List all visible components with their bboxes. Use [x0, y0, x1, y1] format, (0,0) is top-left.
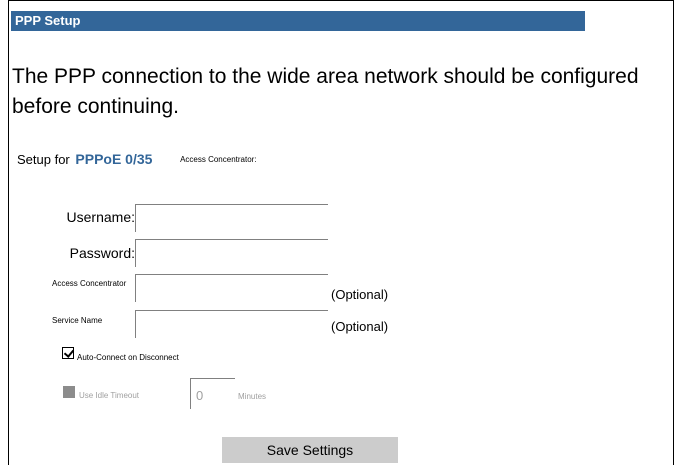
service-name-label: Service Name — [52, 316, 103, 325]
idle-timeout-checkbox[interactable] — [63, 386, 75, 398]
service-name-optional-note: (Optional) — [331, 319, 389, 334]
username-input[interactable] — [135, 204, 328, 232]
auto-connect-checkbox[interactable] — [62, 347, 74, 359]
password-input[interactable] — [135, 239, 328, 267]
idle-timeout-label: Use Idle Timeout — [79, 391, 140, 400]
username-label: Username: — [66, 209, 135, 225]
setup-summary: Setup for PPPoE 0/35 Access Concentrator… — [17, 151, 257, 167]
setup-prefix: Setup for — [17, 152, 70, 167]
setup-access-concentrator-label: Access Concentrator: — [180, 155, 257, 164]
auto-connect-label: Auto-Connect on Disconnect — [77, 353, 179, 362]
intro-message: The PPP connection to the wide area netw… — [12, 65, 639, 118]
idle-timeout-unit: Minutes — [238, 392, 267, 401]
access-concentrator-label: Access Concentrator — [52, 279, 127, 288]
service-name-input[interactable] — [135, 310, 328, 338]
idle-timeout-input[interactable] — [190, 378, 235, 409]
section-header: PPP Setup — [11, 11, 585, 31]
setup-protocol: PPPoE 0/35 — [75, 151, 153, 167]
access-concentrator-optional-note: (Optional) — [331, 287, 389, 302]
access-concentrator-input[interactable] — [135, 274, 328, 302]
password-label: Password: — [69, 245, 135, 261]
save-settings-button[interactable]: Save Settings — [222, 437, 398, 463]
